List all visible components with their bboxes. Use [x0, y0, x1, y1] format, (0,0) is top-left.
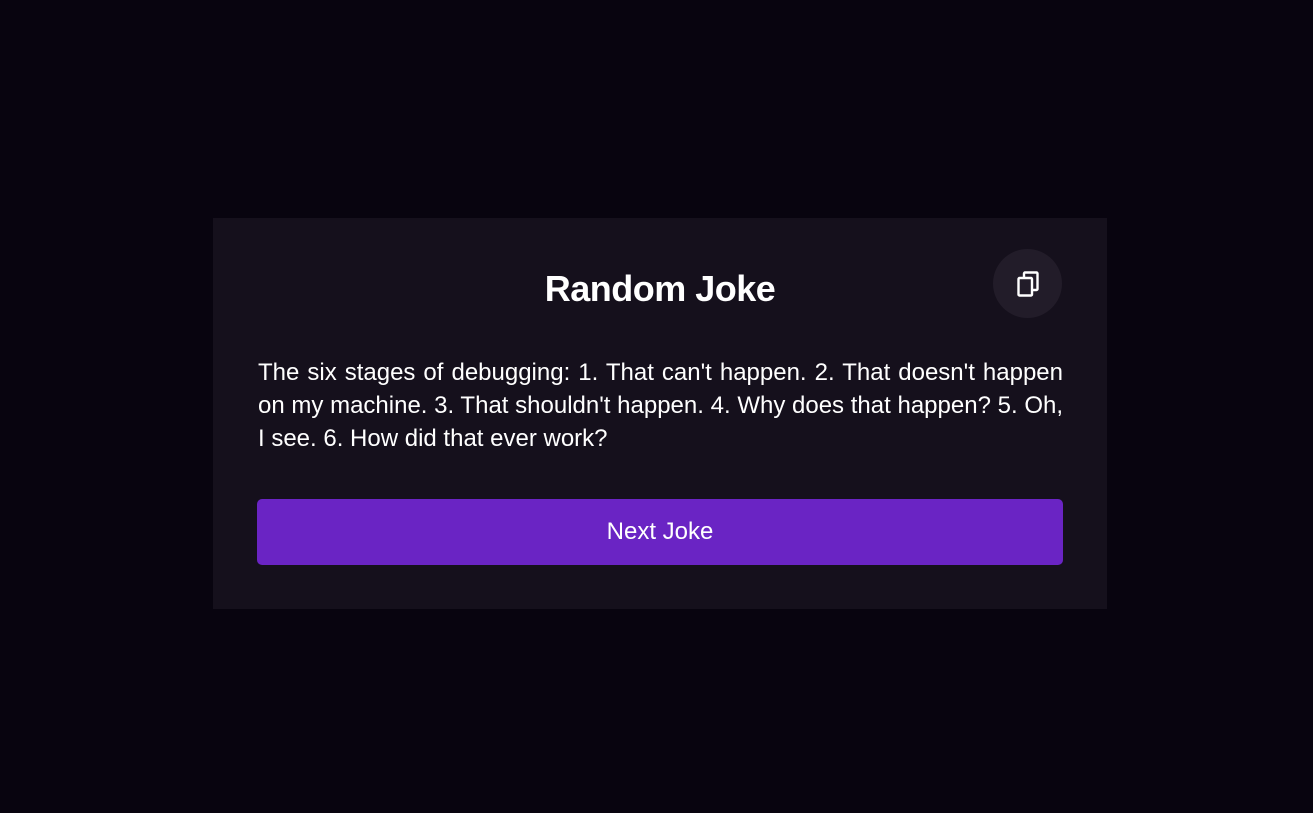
copy-button[interactable] — [993, 249, 1062, 318]
next-joke-button[interactable]: Next Joke — [257, 499, 1063, 565]
card-title: Random Joke — [544, 268, 776, 309]
copy-icon — [1014, 270, 1042, 298]
joke-text: The six stages of debugging: 1. That can… — [258, 359, 1063, 452]
joke-card: Random Joke The six stages of debugging:… — [213, 218, 1107, 609]
